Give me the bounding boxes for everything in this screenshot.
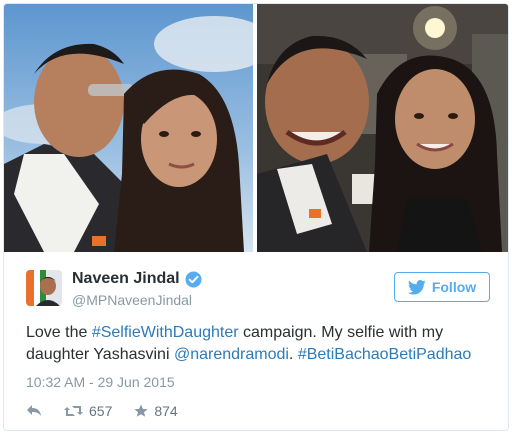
retweet-button[interactable]: 657 (64, 403, 112, 419)
display-name[interactable]: Naveen Jindal (72, 270, 180, 288)
follow-button[interactable]: Follow (394, 272, 490, 302)
follow-label: Follow (431, 279, 477, 295)
star-icon (134, 404, 148, 418)
twitter-bird-icon (407, 279, 426, 295)
tweet-card: Naveen Jindal @MPNaveenJindal Follow Lov… (3, 3, 509, 431)
name-line: Naveen Jindal (72, 270, 202, 288)
photo-left[interactable] (4, 4, 253, 252)
tweet-actions: 657 874 (26, 401, 200, 421)
tweet-text: Love the #SelfieWithDaughter campaign. M… (26, 322, 496, 366)
retweet-icon (64, 404, 83, 418)
verified-badge-icon (185, 271, 202, 288)
hashtag-link[interactable]: #SelfieWithDaughter (92, 324, 239, 341)
photo-right[interactable] (257, 4, 508, 252)
screen-name[interactable]: @MPNaveenJindal (72, 292, 192, 308)
tweet-media[interactable] (4, 4, 508, 252)
tweet-text-part: . (288, 346, 298, 363)
retweet-count: 657 (89, 403, 113, 419)
mention-link[interactable]: @narendramodi (174, 346, 289, 363)
favorite-button[interactable]: 874 (134, 403, 178, 419)
tweet-timestamp[interactable]: 10:32 AM - 29 Jun 2015 (26, 374, 175, 390)
reply-button[interactable] (26, 404, 42, 418)
reply-icon (26, 404, 42, 418)
tweet-author: Naveen Jindal @MPNaveenJindal Follow (26, 268, 496, 316)
tweet-text-part: Love the (26, 324, 92, 341)
hashtag-link[interactable]: #BetiBachaoBetiPadhao (298, 346, 471, 363)
avatar[interactable] (26, 270, 62, 306)
favorite-count: 874 (154, 403, 178, 419)
